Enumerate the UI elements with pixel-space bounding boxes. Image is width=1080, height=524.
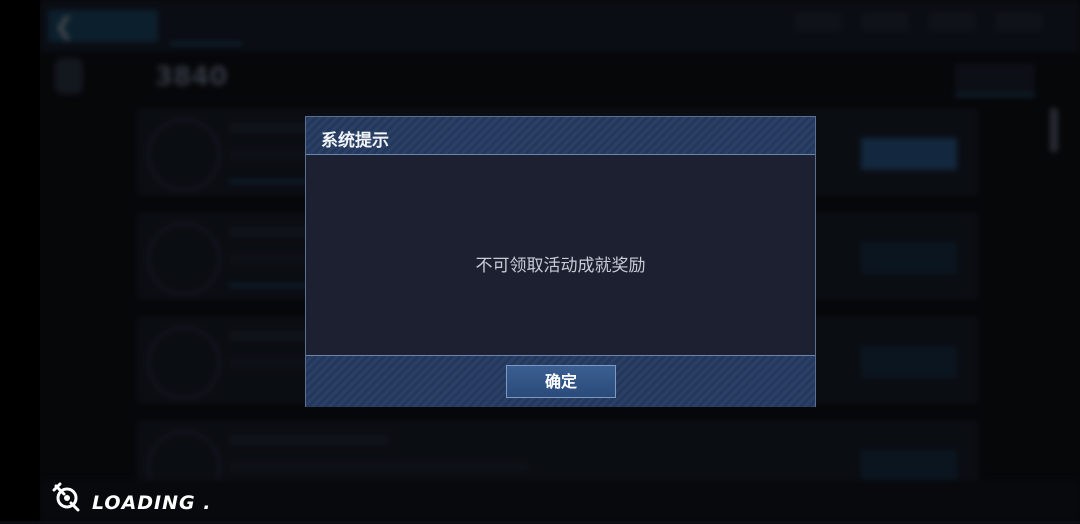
dialog-message: 不可领取活动成就奖励: [475, 256, 646, 276]
dialog-body: 不可领取活动成就奖励: [306, 155, 815, 355]
system-prompt-dialog: 系统提示 不可领取活动成就奖励 确定: [305, 116, 816, 407]
dialog-title: 系统提示: [321, 131, 389, 151]
loading-text: LOADING .: [92, 492, 212, 514]
wrench-gear-logo-icon: [52, 482, 80, 512]
dialog-footer: 确定: [306, 355, 815, 407]
confirm-button[interactable]: 确定: [506, 365, 616, 398]
dialog-header: 系统提示: [306, 117, 815, 155]
